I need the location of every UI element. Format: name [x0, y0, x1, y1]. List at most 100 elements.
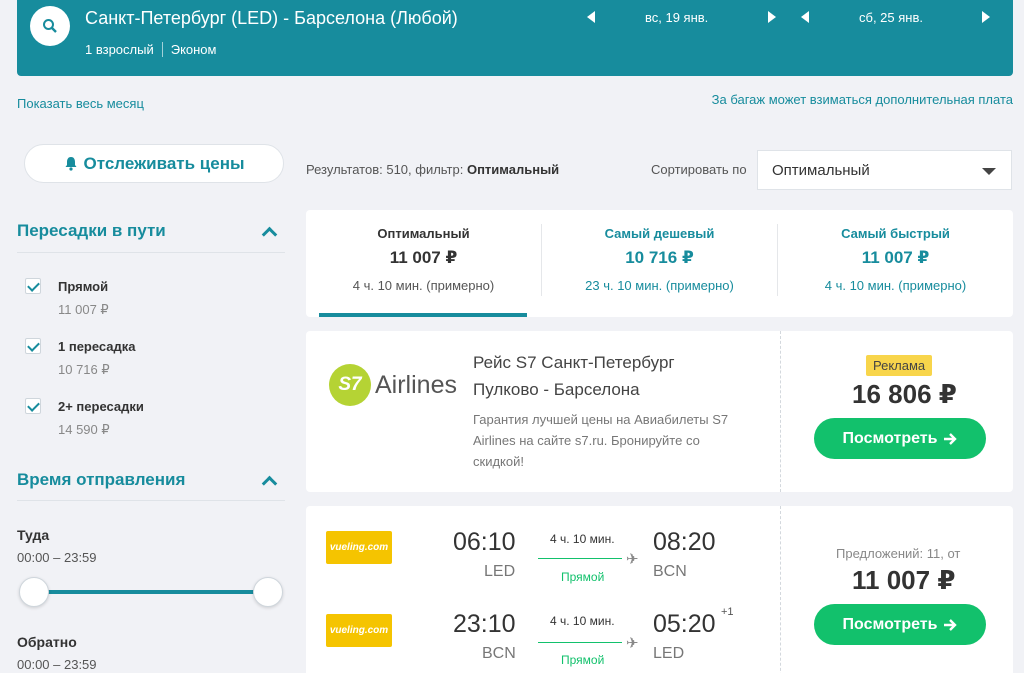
stops-one-checkbox[interactable]: [25, 338, 41, 354]
sort-value: Оптимальный: [772, 161, 870, 179]
plane-icon: ✈: [626, 635, 639, 652]
divider: [161, 42, 163, 57]
outbound-stops: Прямой: [561, 570, 605, 584]
inbound-duration: 4 ч. 10 мин.: [550, 614, 615, 628]
stops-section-title[interactable]: Пересадки в пути: [17, 221, 166, 241]
tab-title: Оптимальный: [377, 226, 470, 241]
tab-duration: 4 ч. 10 мин. (примерно): [824, 278, 967, 293]
flight-price: 11 007 ₽: [852, 565, 956, 595]
ad-description-line1: Гарантия лучшей цены на Авиабилеты S7: [473, 412, 729, 427]
stops-direct-label: Прямой: [58, 279, 109, 294]
outbound-duration: 4 ч. 10 мин.: [550, 532, 615, 546]
tab-optimal[interactable]: Оптимальный 11 007 ₽ 4 ч. 10 мин. (приме…: [306, 210, 541, 317]
prev-depart-date-arrow-icon[interactable]: [587, 11, 595, 23]
tab-price: 10 716 ₽: [625, 248, 694, 267]
stops-two-plus-label: 2+ пересадки: [58, 399, 144, 414]
passengers-info[interactable]: 1 взрослый Эконом: [85, 42, 216, 57]
divider: [780, 331, 781, 492]
offers-count: Предложений: 11, от: [836, 546, 961, 561]
next-depart-date-arrow-icon[interactable]: [768, 11, 776, 23]
inbound-arrival-airport: LED: [653, 645, 685, 662]
outbound-label: Туда: [17, 527, 50, 543]
departure-section-title[interactable]: Время отправления: [17, 470, 185, 490]
cabin-class: Эконом: [170, 42, 217, 57]
return-label: Обратно: [17, 634, 77, 650]
passengers-count: 1 взрослый: [85, 42, 154, 57]
vueling-logo: vueling.com: [326, 614, 392, 647]
divider: [780, 506, 781, 673]
ad-badge: Реклама: [866, 355, 933, 376]
chevron-up-icon[interactable]: [261, 226, 278, 243]
stops-direct-checkbox[interactable]: [25, 278, 41, 294]
ad-description-line3: скидкой!: [473, 454, 524, 469]
s7-logo-badge: S7: [329, 364, 371, 406]
arrow-right-icon: [944, 432, 958, 445]
vueling-logo: vueling.com: [326, 531, 392, 564]
slider-handle-start[interactable]: [19, 577, 49, 607]
stops-direct-price: 11 007 ₽: [58, 302, 109, 317]
stops-two-plus-price: 14 590 ₽: [58, 422, 110, 437]
slider-handle-end[interactable]: [253, 577, 283, 607]
search-header: Санкт-Петербург (LED) - Барселона (Любой…: [17, 0, 1013, 76]
results-info: Результатов: 510, фильтр: Оптимальный: [306, 162, 559, 177]
baggage-note-link[interactable]: За багаж может взиматься дополнительная …: [712, 92, 1013, 107]
sort-label: Сортировать по: [651, 162, 747, 177]
tab-duration: 4 ч. 10 мин. (примерно): [352, 278, 495, 293]
next-return-date-arrow-icon[interactable]: [982, 11, 990, 23]
flight-line: [538, 642, 622, 643]
tab-title: Самый быстрый: [841, 226, 950, 241]
result-tabs: Оптимальный 11 007 ₽ 4 ч. 10 мин. (приме…: [306, 210, 1013, 317]
outbound-departure-airport: LED: [484, 563, 516, 580]
ad-card[interactable]: S7 Airlines Рейс S7 Санкт-Петербург Пулк…: [306, 331, 1013, 492]
sort-select[interactable]: Оптимальный: [757, 150, 1012, 190]
bell-icon: [65, 157, 77, 171]
flight-card[interactable]: vueling.com 06:10 LED 4 ч. 10 мин. ✈ Пря…: [306, 506, 1013, 673]
outbound-departure-time: 06:10: [453, 528, 516, 556]
active-tab-indicator: [319, 313, 527, 317]
route-title[interactable]: Санкт-Петербург (LED) - Барселона (Любой…: [85, 8, 458, 29]
stops-one-label: 1 пересадка: [58, 339, 136, 354]
outbound-arrival-airport: BCN: [653, 563, 687, 580]
divider: [17, 500, 285, 501]
flight-view-button[interactable]: Посмотреть: [814, 604, 986, 645]
inbound-arrival-time: 05:20: [653, 610, 716, 638]
stops-one-price: 10 716 ₽: [58, 362, 110, 377]
tab-duration: 23 ч. 10 мин. (примерно): [585, 278, 734, 293]
ad-price: 16 806 ₽: [852, 379, 957, 409]
prev-return-date-arrow-icon[interactable]: [801, 11, 809, 23]
ad-title-line2[interactable]: Пулково - Барселона: [473, 380, 640, 400]
outbound-arrival-time: 08:20: [653, 528, 716, 556]
divider: [17, 252, 285, 253]
search-button[interactable]: [30, 6, 70, 46]
track-prices-button[interactable]: Отслеживать цены: [24, 144, 284, 183]
tab-title: Самый дешевый: [604, 226, 715, 241]
tab-price: 11 007 ₽: [861, 248, 930, 267]
plane-icon: ✈: [626, 551, 639, 568]
chevron-up-icon[interactable]: [261, 475, 278, 492]
return-range: 00:00 – 23:59: [17, 657, 97, 672]
outbound-time-slider[interactable]: [34, 590, 268, 594]
inbound-departure-time: 23:10: [453, 610, 516, 638]
results-filter: Оптимальный: [466, 162, 560, 177]
track-prices-label: Отслеживать цены: [83, 153, 245, 173]
button-label: Посмотреть: [842, 615, 938, 633]
return-date[interactable]: сб, 25 янв.: [859, 10, 923, 25]
ad-title-line1[interactable]: Рейс S7 Санкт-Петербург: [473, 353, 675, 373]
button-label: Посмотреть: [842, 429, 938, 447]
depart-date[interactable]: вс, 19 янв.: [645, 10, 708, 25]
inbound-departure-airport: BCN: [482, 645, 516, 662]
inbound-stops: Прямой: [561, 653, 605, 667]
ad-view-button[interactable]: Посмотреть: [814, 418, 986, 459]
search-icon: [43, 19, 57, 33]
s7-airlines-logo: S7 Airlines: [329, 363, 457, 407]
outbound-range: 00:00 – 23:59: [17, 550, 97, 565]
arrow-right-icon: [944, 618, 958, 631]
tab-price: 11 007 ₽: [389, 248, 458, 267]
show-month-link[interactable]: Показать весь месяц: [17, 96, 144, 111]
s7-logo-text: Airlines: [375, 370, 457, 399]
tab-fastest[interactable]: Самый быстрый 11 007 ₽ 4 ч. 10 мин. (при…: [778, 210, 1013, 317]
results-count: Результатов: 510, фильтр:: [306, 162, 467, 177]
caret-down-icon: [982, 168, 996, 175]
stops-two-plus-checkbox[interactable]: [25, 398, 41, 414]
tab-cheapest[interactable]: Самый дешевый 10 716 ₽ 23 ч. 10 мин. (пр…: [542, 210, 777, 317]
